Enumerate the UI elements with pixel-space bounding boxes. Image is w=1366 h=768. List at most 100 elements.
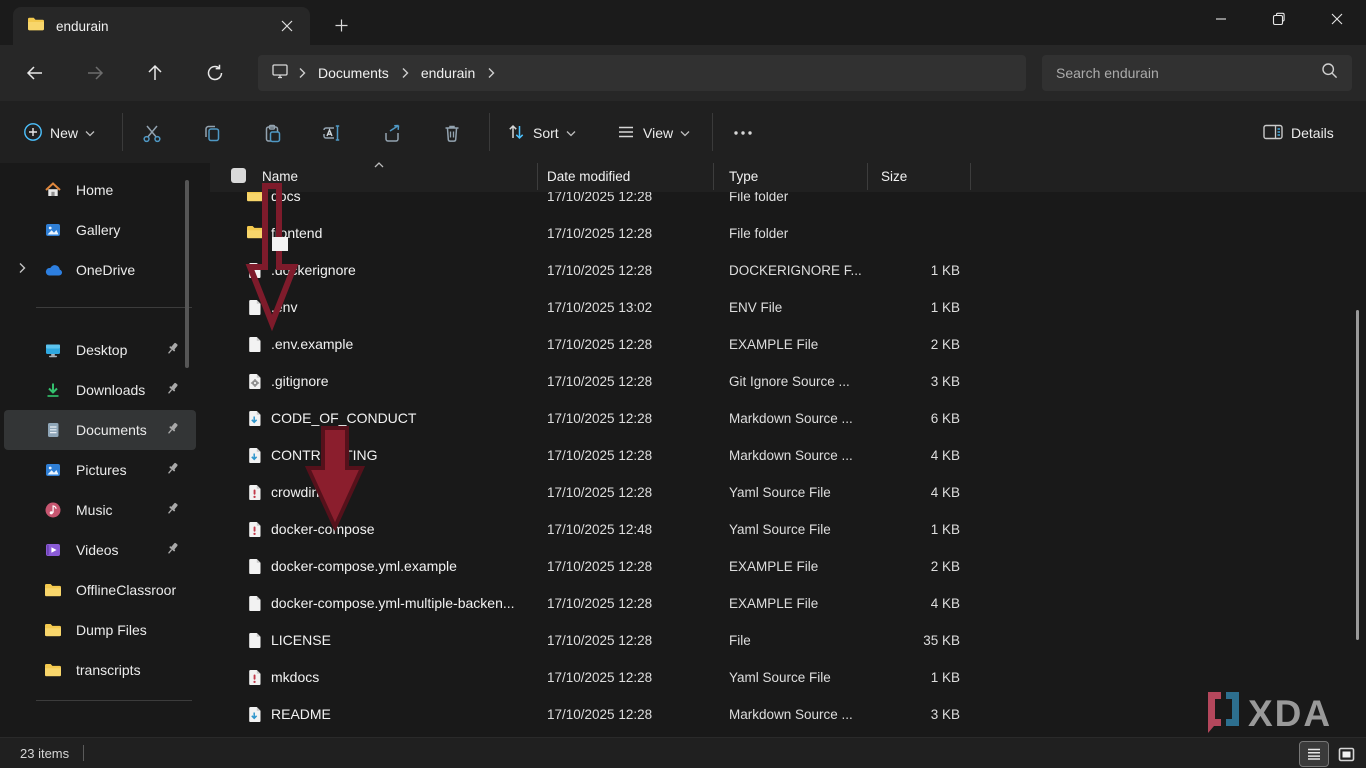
column-header-size[interactable]: Size [867,169,970,184]
file-type: DOCKERIGNORE F... [713,263,867,278]
new-tab-icon[interactable] [326,10,356,40]
details-view-toggle-icon[interactable] [1300,742,1328,766]
restore-icon[interactable] [1250,0,1308,38]
file-row[interactable]: CONTRIBUTING17/10/2025 12:28Markdown Sou… [210,438,1366,472]
search-input[interactable] [1042,65,1321,81]
sidebar-item-desktop[interactable]: Desktop [4,330,196,370]
delete-button[interactable] [427,115,477,151]
file-name: CONTRIBUTING [271,447,378,463]
file-type: Yaml Source File [713,485,867,500]
file-name: docker-compose.yml.example [271,558,457,574]
sidebar-item-label: Dump Files [76,622,147,638]
column-divider[interactable] [537,163,538,190]
close-window-icon[interactable] [1308,0,1366,38]
sidebar-item-music[interactable]: Music [4,490,196,530]
file-row[interactable]: README17/10/2025 12:28Markdown Source ..… [210,697,1366,731]
paste-button[interactable] [247,115,297,151]
forward-icon[interactable] [78,56,112,90]
sidebar-item-label: Home [76,182,113,198]
sidebar-item-dump-files[interactable]: Dump Files [4,610,196,650]
details-pane-button[interactable]: Details [1253,115,1343,151]
file-file-icon [246,261,264,279]
onedrive-icon [44,261,64,279]
file-file-icon [246,594,264,612]
select-all-checkbox[interactable] [231,168,246,183]
documents-icon [44,421,64,439]
sidebar-item-videos[interactable]: Videos [4,530,196,570]
column-header-date[interactable]: Date modified [537,169,713,184]
cut-button[interactable] [127,115,177,151]
explorer-tab[interactable]: endurain [13,7,310,45]
file-name: CODE_OF_CONDUCT [271,410,416,426]
sidebar-item-offlineclassroor[interactable]: OfflineClassroor [4,570,196,610]
file-size: 2 KB [867,559,970,574]
file-name: .env [271,299,297,315]
file-type: EXAMPLE File [713,559,867,574]
sidebar-item-label: Downloads [76,382,145,398]
sidebar-item-gallery[interactable]: Gallery [4,210,196,250]
column-divider[interactable] [970,163,971,190]
music-icon [44,501,64,519]
copy-button[interactable] [187,115,237,151]
file-name: crowdin [271,484,319,500]
file-row[interactable]: docker-compose.yml-multiple-backen...17/… [210,586,1366,620]
file-size: 4 KB [867,448,970,463]
file-row[interactable]: docker-compose.yml.example17/10/2025 12:… [210,549,1366,583]
sort-button[interactable]: Sort [497,115,585,151]
file-date: 17/10/2025 12:28 [537,263,713,278]
file-row[interactable]: docker-compose17/10/2025 12:48Yaml Sourc… [210,512,1366,546]
file-name: .env.example [271,336,353,352]
address-bar[interactable]: Documents endurain [258,55,1026,91]
sidebar-item-onedrive[interactable]: OneDrive [4,250,196,290]
file-row[interactable]: .env17/10/2025 13:02ENV File1 KB [210,290,1366,324]
file-file-icon [246,631,264,649]
column-header-type[interactable]: Type [713,169,867,184]
sidebar-item-label: Music [76,502,113,518]
file-date: 17/10/2025 12:48 [537,522,713,537]
tab-close-icon[interactable] [274,13,300,39]
column-divider[interactable] [867,163,868,190]
file-row[interactable]: crowdin17/10/2025 12:28Yaml Source File4… [210,475,1366,509]
search-icon[interactable] [1321,62,1338,84]
column-divider[interactable] [713,163,714,190]
file-row[interactable]: .dockerignore17/10/2025 12:28DOCKERIGNOR… [210,253,1366,287]
file-row[interactable]: mkdocs17/10/2025 12:28Yaml Source File1 … [210,660,1366,694]
chevron-right-icon[interactable] [18,261,26,277]
breadcrumb-documents[interactable]: Documents [314,65,393,81]
up-icon[interactable] [138,56,172,90]
back-icon[interactable] [18,56,52,90]
status-bar: 23 items [0,737,1366,768]
sidebar-item-home[interactable]: Home [4,170,196,210]
xda-right-bracket [1226,692,1239,726]
file-row[interactable]: CODE_OF_CONDUCT17/10/2025 12:28Markdown … [210,401,1366,435]
file-row[interactable]: .gitignore17/10/2025 12:28Git Ignore Sou… [210,364,1366,398]
refresh-icon[interactable] [198,56,232,90]
md-file-icon [246,409,264,427]
status-divider [83,745,84,761]
file-date: 17/10/2025 12:28 [537,596,713,611]
breadcrumb-endurain[interactable]: endurain [417,65,480,81]
sidebar-item-pictures[interactable]: Pictures [4,450,196,490]
sidebar-scrollbar[interactable] [185,180,189,368]
file-row[interactable]: .env.example17/10/2025 12:28EXAMPLE File… [210,327,1366,361]
title-bar: endurain [0,0,1366,45]
sidebar-item-documents[interactable]: Documents [4,410,196,450]
sidebar-item-transcripts[interactable]: transcripts [4,650,196,690]
share-button[interactable] [367,115,417,151]
file-row[interactable]: LICENSE17/10/2025 12:28File35 KB [210,623,1366,657]
more-options-icon[interactable] [724,115,762,151]
new-button[interactable]: New [14,115,104,151]
minimize-icon[interactable] [1192,0,1250,38]
view-button[interactable]: View [607,115,699,151]
command-bar: New Sort View De [0,101,1366,163]
sidebar-item-downloads[interactable]: Downloads [4,370,196,410]
file-size: 35 KB [867,633,970,648]
search-box[interactable] [1042,55,1352,91]
breadcrumb-chevron-icon [393,67,417,79]
toolbar-divider [122,113,123,151]
rename-button[interactable] [307,115,357,151]
large-icons-view-toggle-icon[interactable] [1332,742,1360,766]
this-pc-icon[interactable] [270,62,290,85]
file-row[interactable]: frontend17/10/2025 12:28File folder [210,216,1366,250]
downloads-icon [44,381,64,399]
